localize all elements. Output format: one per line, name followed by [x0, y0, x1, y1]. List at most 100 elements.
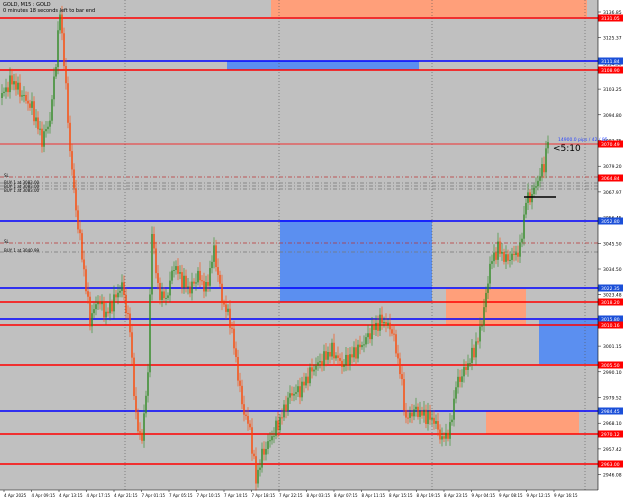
candle-body[interactable] — [71, 151, 73, 170]
candle-body[interactable] — [227, 308, 229, 312]
candle-body[interactable] — [477, 341, 479, 343]
candle-body[interactable] — [421, 410, 423, 416]
candle-body[interactable] — [347, 354, 349, 365]
candle-body[interactable] — [87, 291, 89, 297]
candle-body[interactable] — [439, 429, 441, 440]
candle-body[interactable] — [45, 129, 47, 132]
candle-body[interactable] — [275, 420, 277, 436]
candle-body[interactable] — [501, 252, 503, 254]
candle-body[interactable] — [59, 14, 61, 31]
candle-body[interactable] — [307, 376, 309, 384]
candle-body[interactable] — [387, 322, 389, 326]
candle-body[interactable] — [243, 404, 245, 415]
candle-body[interactable] — [229, 308, 231, 328]
candle-body[interactable] — [445, 432, 447, 439]
candle-body[interactable] — [131, 332, 133, 358]
candle-body[interactable] — [189, 286, 191, 294]
candle-body[interactable] — [543, 164, 545, 173]
candle-body[interactable] — [451, 419, 453, 423]
candle-body[interactable] — [187, 286, 189, 288]
candle-body[interactable] — [153, 233, 155, 249]
candle-body[interactable] — [441, 436, 443, 440]
candle-body[interactable] — [7, 87, 9, 93]
candle-body[interactable] — [327, 351, 329, 360]
candle-body[interactable] — [119, 290, 121, 293]
candle-body[interactable] — [333, 342, 335, 359]
candle-body[interactable] — [399, 358, 401, 375]
candle-body[interactable] — [107, 311, 109, 314]
candle-body[interactable] — [303, 381, 305, 386]
candle-body[interactable] — [443, 436, 445, 439]
candle-body[interactable] — [175, 266, 177, 271]
candle-body[interactable] — [93, 309, 95, 314]
candle-body[interactable] — [389, 322, 391, 330]
candle-body[interactable] — [319, 361, 321, 363]
candle-body[interactable] — [105, 311, 107, 318]
candle-body[interactable] — [17, 82, 19, 90]
candle-body[interactable] — [391, 329, 393, 334]
candle-body[interactable] — [335, 355, 337, 359]
candle-body[interactable] — [485, 292, 487, 308]
candle-body[interactable] — [23, 95, 25, 97]
candle-body[interactable] — [511, 253, 513, 260]
supply-zone[interactable] — [271, 0, 587, 17]
candle-body[interactable] — [355, 347, 357, 359]
candle-body[interactable] — [321, 361, 323, 366]
candle-body[interactable] — [117, 292, 119, 298]
price-chart-svg[interactable]: 3136.853125.373114.303103.253094.803083.… — [0, 0, 625, 500]
candle-body[interactable] — [237, 357, 239, 381]
candle-body[interactable] — [167, 295, 169, 298]
candle-body[interactable] — [109, 302, 111, 314]
candle-body[interactable] — [63, 33, 65, 67]
demand-zone[interactable] — [227, 61, 419, 70]
candle-body[interactable] — [143, 413, 145, 441]
candle-body[interactable] — [351, 354, 353, 358]
candle-body[interactable] — [289, 393, 291, 398]
candle-body[interactable] — [271, 436, 273, 441]
candle-body[interactable] — [535, 186, 537, 188]
candle-body[interactable] — [5, 87, 7, 92]
candle-body[interactable] — [449, 422, 451, 439]
candle-body[interactable] — [85, 269, 87, 292]
candle-body[interactable] — [507, 254, 509, 261]
candle-body[interactable] — [81, 233, 83, 260]
candle-body[interactable] — [365, 337, 367, 345]
candle-body[interactable] — [57, 30, 59, 68]
candle-body[interactable] — [149, 294, 151, 373]
candle-body[interactable] — [123, 282, 125, 295]
candle-body[interactable] — [337, 355, 339, 358]
candle-body[interactable] — [385, 321, 387, 326]
candle-body[interactable] — [381, 314, 383, 324]
candle-body[interactable] — [345, 354, 347, 365]
candle-body[interactable] — [127, 313, 129, 315]
candle-body[interactable] — [469, 362, 471, 364]
candle-body[interactable] — [151, 233, 153, 295]
candle-body[interactable] — [223, 302, 225, 305]
candle-body[interactable] — [311, 367, 313, 372]
candle-body[interactable] — [135, 396, 137, 413]
candle-body[interactable] — [475, 341, 477, 358]
candle-body[interactable] — [413, 409, 415, 417]
candle-body[interactable] — [251, 427, 253, 454]
candle-body[interactable] — [435, 421, 437, 424]
candle-body[interactable] — [425, 409, 427, 424]
candle-body[interactable] — [299, 386, 301, 398]
candle-body[interactable] — [359, 344, 361, 348]
candle-body[interactable] — [37, 117, 39, 130]
candle-body[interactable] — [141, 432, 143, 441]
candle-body[interactable] — [479, 326, 481, 342]
candle-body[interactable] — [261, 448, 263, 468]
candle-body[interactable] — [393, 333, 395, 335]
candle-body[interactable] — [505, 254, 507, 262]
candle-body[interactable] — [163, 291, 165, 299]
candle-body[interactable] — [495, 252, 497, 260]
candle-body[interactable] — [473, 347, 475, 358]
candle-body[interactable] — [499, 241, 501, 254]
candle-body[interactable] — [341, 360, 343, 367]
candle-body[interactable] — [519, 242, 521, 257]
candle-body[interactable] — [157, 273, 159, 283]
candle-body[interactable] — [211, 261, 213, 269]
candle-body[interactable] — [19, 82, 21, 97]
candle-body[interactable] — [181, 272, 183, 288]
candle-body[interactable] — [283, 404, 285, 418]
